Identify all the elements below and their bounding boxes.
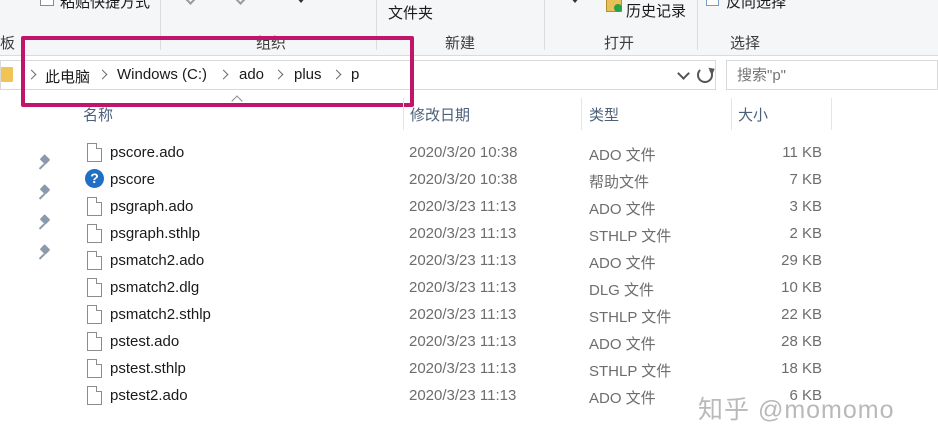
new-folder-label[interactable]: 文件夹 xyxy=(388,2,433,23)
file-type: ADO 文件 xyxy=(589,147,656,164)
select-group-label: 选择 xyxy=(730,35,761,52)
chevron-down-icon[interactable] xyxy=(234,0,247,5)
file-row[interactable]: psmatch2.sthlp 2020/3/23 11:13 STHLP 文件 … xyxy=(80,303,840,330)
file-row[interactable]: psmatch2.dlg 2020/3/23 11:13 DLG 文件 10 K… xyxy=(80,276,840,303)
file-size: 2 KB xyxy=(789,225,822,242)
file-row[interactable]: psgraph.ado 2020/3/23 11:13 ADO 文件 3 KB xyxy=(80,195,840,222)
paste-shortcut-icon[interactable] xyxy=(40,0,54,6)
file-date: 2020/3/20 10:38 xyxy=(409,171,518,188)
file-size: 28 KB xyxy=(781,333,822,350)
file-size: 11 KB xyxy=(782,144,822,161)
file-icon xyxy=(87,251,102,270)
file-type: ADO 文件 xyxy=(589,336,656,353)
file-type: ADO 文件 xyxy=(589,255,656,272)
folder-icon xyxy=(1,67,13,82)
file-name: psgraph.ado xyxy=(110,198,194,215)
file-date: 2020/3/23 11:13 xyxy=(409,333,517,350)
file-date: 2020/3/23 11:13 xyxy=(409,387,517,404)
pin-icon[interactable] xyxy=(38,154,52,170)
highlight-box xyxy=(21,36,414,107)
chevron-down-icon[interactable] xyxy=(296,0,306,3)
new-group-label: 新建 xyxy=(445,35,476,52)
file-date: 2020/3/23 11:13 xyxy=(409,225,517,242)
file-size: 3 KB xyxy=(789,198,822,215)
chevron-down-icon[interactable] xyxy=(184,0,197,5)
pin-icon[interactable] xyxy=(38,244,52,260)
file-name: pscore xyxy=(110,171,156,188)
file-name: pstest2.ado xyxy=(110,387,188,404)
file-row[interactable]: pstest.sthlp 2020/3/23 11:13 STHLP 文件 18… xyxy=(80,357,840,384)
history-badge-icon xyxy=(614,4,622,12)
file-name: psmatch2.sthlp xyxy=(110,306,211,323)
chevron-down-icon[interactable] xyxy=(570,0,580,3)
file-name: pscore.ado xyxy=(110,144,185,161)
pin-icon[interactable] xyxy=(38,214,52,230)
file-icon xyxy=(87,224,102,243)
file-date: 2020/3/23 11:13 xyxy=(409,306,517,323)
file-icon xyxy=(87,143,102,162)
invert-selection-icon[interactable] xyxy=(706,0,719,6)
file-type: DLG 文件 xyxy=(589,282,655,299)
divider xyxy=(697,0,698,50)
file-size: 22 KB xyxy=(781,306,822,323)
file-name: psmatch2.ado xyxy=(110,252,205,269)
file-name: psgraph.sthlp xyxy=(110,225,201,242)
file-size: 10 KB xyxy=(781,279,822,296)
file-type: 帮助文件 xyxy=(589,174,650,191)
column-header-type[interactable]: 类型 xyxy=(589,104,619,125)
column-header-date[interactable]: 修改日期 xyxy=(410,104,470,125)
pin-icon[interactable] xyxy=(38,184,52,200)
file-date: 2020/3/23 11:13 xyxy=(409,360,517,377)
file-date: 2020/3/23 11:13 xyxy=(409,198,517,215)
file-icon xyxy=(87,278,102,297)
file-icon xyxy=(87,386,102,405)
invert-selection-button[interactable]: 反向选择 xyxy=(726,0,786,12)
history-button[interactable]: 历史记录 xyxy=(626,0,686,21)
address-history-dropdown-icon[interactable] xyxy=(677,67,690,80)
file-size: 18 KB xyxy=(781,360,822,377)
divider xyxy=(544,0,545,50)
file-type: STHLP 文件 xyxy=(589,309,672,326)
file-date: 2020/3/20 10:38 xyxy=(409,144,518,161)
file-name: pstest.sthlp xyxy=(110,360,186,377)
file-icon xyxy=(87,332,102,351)
file-row[interactable]: ? pscore 2020/3/20 10:38 帮助文件 7 KB xyxy=(80,168,840,195)
file-date: 2020/3/23 11:13 xyxy=(409,279,517,296)
help-file-icon: ? xyxy=(85,169,104,188)
file-row[interactable]: psgraph.sthlp 2020/3/23 11:13 STHLP 文件 2… xyxy=(80,222,840,249)
column-divider[interactable] xyxy=(831,98,832,130)
watermark: 知乎 @momomo xyxy=(698,396,895,424)
file-type: ADO 文件 xyxy=(589,390,656,407)
file-date: 2020/3/23 11:13 xyxy=(409,252,517,269)
search-input[interactable] xyxy=(726,60,938,90)
refresh-icon[interactable] xyxy=(697,67,713,83)
clipboard-group-label: 剪贴板 xyxy=(0,35,16,52)
file-icon xyxy=(87,197,102,216)
paste-shortcut-button[interactable]: 粘贴快捷方式 xyxy=(60,0,150,12)
file-type: STHLP 文件 xyxy=(589,363,672,380)
open-group-label: 打开 xyxy=(604,35,635,52)
file-name: psmatch2.dlg xyxy=(110,279,200,296)
file-type: ADO 文件 xyxy=(589,201,656,218)
file-size: 29 KB xyxy=(781,252,822,269)
file-icon xyxy=(87,305,102,324)
file-size: 7 KB xyxy=(789,171,822,188)
file-row[interactable]: pstest.ado 2020/3/23 11:13 ADO 文件 28 KB xyxy=(80,330,840,357)
column-divider[interactable] xyxy=(403,98,404,130)
column-header-size[interactable]: 大小 xyxy=(738,104,768,125)
file-row[interactable]: pscore.ado 2020/3/20 10:38 ADO 文件 11 KB xyxy=(80,141,840,168)
column-header-name[interactable]: 名称 xyxy=(83,104,113,125)
file-icon xyxy=(87,359,102,378)
column-divider[interactable] xyxy=(731,98,732,130)
column-divider[interactable] xyxy=(581,98,582,130)
file-name: pstest.ado xyxy=(110,333,180,350)
file-type: STHLP 文件 xyxy=(589,228,672,245)
file-row[interactable]: psmatch2.ado 2020/3/23 11:13 ADO 文件 29 K… xyxy=(80,249,840,276)
